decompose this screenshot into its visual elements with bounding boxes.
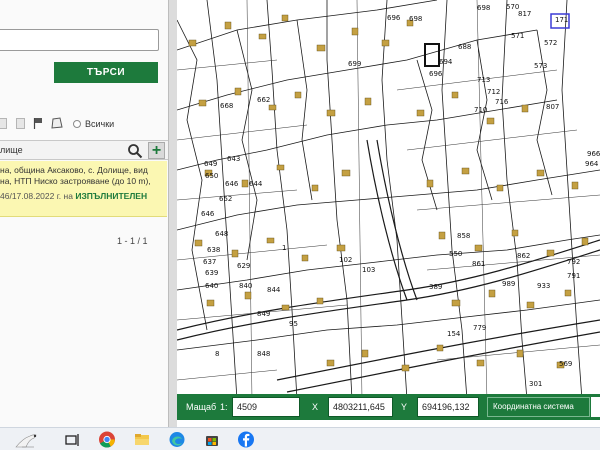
app-screen: ТЪРСИ Всички лище + на, община Аксаково, xyxy=(0,0,600,450)
edge-icon[interactable] xyxy=(167,430,187,449)
search-panel: ТЪРСИ Всички лище + на, община Аксаково, xyxy=(0,0,170,427)
parcel-number: 640 xyxy=(205,282,219,290)
parcel-number: 646 xyxy=(201,210,215,218)
parcel-number: 849 xyxy=(257,310,271,318)
result-line-1: на, община Аксаково, с. Долище, вид xyxy=(0,165,148,175)
scale-separator: 1: xyxy=(220,402,228,412)
parcel-number: 102 xyxy=(339,256,353,264)
parcel-number: 154 xyxy=(447,330,461,338)
parcel-number: 569 xyxy=(559,360,573,368)
y-label: Y xyxy=(401,402,408,412)
parcel-number: 646 xyxy=(225,180,239,188)
coordinate-system-dropdown[interactable] xyxy=(591,397,600,417)
parcel-number: 638 xyxy=(207,246,221,254)
filter-row: Всички xyxy=(0,116,170,132)
store-icon[interactable] xyxy=(202,430,222,449)
parcel-number: 668 xyxy=(220,102,234,110)
parcel-number: 779 xyxy=(473,324,487,332)
x-coordinate-field[interactable]: 4803211,645 xyxy=(328,397,393,417)
parcel-number: 389 xyxy=(429,283,443,291)
filter-all-radio[interactable] xyxy=(73,120,81,128)
parcel-number: 652 xyxy=(219,195,233,203)
coordinate-bar: Мащаб 1: 4509 X 4803211,645 Y 694196,132… xyxy=(177,394,600,420)
parcel-number: 807 xyxy=(546,103,560,111)
parcel-number: 648 xyxy=(215,230,229,238)
parcel-number: 848 xyxy=(257,350,271,358)
result-search-bar: лище + xyxy=(0,140,170,160)
taskbar xyxy=(0,427,600,450)
result-doc-line: 46/17.08.2022 г. на ИЗПЪЛНИТЕЛЕН xyxy=(0,191,167,202)
parcel-number: 710 xyxy=(474,106,488,114)
chrome-icon[interactable] xyxy=(97,430,117,449)
parcel-number: 712 xyxy=(487,88,501,96)
parcel-number: 171 xyxy=(555,16,569,24)
parcel-number: 550 xyxy=(449,250,463,258)
file-explorer-icon[interactable] xyxy=(132,430,152,449)
parcel-number: 933 xyxy=(537,282,551,290)
parcel-number: 791 xyxy=(567,272,581,280)
parcel-number: 817 xyxy=(518,10,532,18)
parcel-number: 662 xyxy=(257,96,271,104)
result-card[interactable]: на, община Аксаково, с. Долище, вид на, … xyxy=(0,161,167,217)
scale-label: Мащаб xyxy=(186,402,217,412)
parcel-number: 716 xyxy=(495,98,509,106)
parcel-number: 95 xyxy=(289,320,298,328)
parcel-number: 966 xyxy=(587,150,600,158)
task-view-icon[interactable] xyxy=(62,430,82,449)
parcel-number: 629 xyxy=(237,262,251,270)
parcel-number: 862 xyxy=(517,252,531,260)
filter-all-label: Всички xyxy=(85,119,115,129)
flag-icon[interactable] xyxy=(33,117,43,129)
parcel-number: 643 xyxy=(227,155,241,163)
bird-logo-icon[interactable] xyxy=(12,430,40,449)
parcel-number: 792 xyxy=(567,258,581,266)
parcel-number: 713 xyxy=(477,76,491,84)
parcel-number: 861 xyxy=(472,260,486,268)
parcel-number: 964 xyxy=(585,160,599,168)
parcel-number: 649 xyxy=(204,160,218,168)
search-input[interactable] xyxy=(0,29,159,51)
parcel-number: 699 xyxy=(348,60,362,68)
filter-checkbox-2[interactable] xyxy=(16,118,25,129)
status-badge: ИЗПЪЛНИТЕЛЕН xyxy=(75,191,148,201)
parcel-number: 8 xyxy=(215,350,220,358)
parcel-number: 103 xyxy=(362,266,376,274)
parcel-number: 696 xyxy=(387,14,401,22)
parcel-number: 637 xyxy=(203,258,217,266)
facebook-icon[interactable] xyxy=(236,430,256,449)
parcel-number: 639 xyxy=(205,269,219,277)
parcel-number: 989 xyxy=(502,280,516,288)
parcel-number: 571 xyxy=(511,32,525,40)
parcel-number: 573 xyxy=(534,62,548,70)
parcel-number: 572 xyxy=(544,39,558,47)
panel-splitter[interactable] xyxy=(168,0,177,427)
parcel-number: 1 xyxy=(282,244,287,252)
pager: 1 - 1 / 1 xyxy=(117,236,148,246)
add-button[interactable]: + xyxy=(148,142,165,159)
result-doc-suffix: на xyxy=(63,191,73,201)
y-coordinate-field[interactable]: 694196,132 xyxy=(417,397,479,417)
search-icon[interactable] xyxy=(127,143,143,159)
parcel-number: 858 xyxy=(457,232,471,240)
cadastral-map[interactable]: 696 698 698 570 817 171 572 571 573 807 … xyxy=(177,0,600,427)
filter-checkbox[interactable] xyxy=(0,118,7,129)
parcel-number: 644 xyxy=(249,180,263,188)
parcel-number: 840 xyxy=(239,282,253,290)
result-search-term[interactable]: лище xyxy=(0,145,23,155)
scale-field[interactable]: 4509 xyxy=(232,397,300,417)
parcel-number: 650 xyxy=(205,172,219,180)
parcel-number: 696 xyxy=(429,70,443,78)
search-button[interactable]: ТЪРСИ xyxy=(54,62,158,83)
parcel-number: 844 xyxy=(267,286,281,294)
x-label: X xyxy=(312,402,319,412)
result-line-2: на, НТП Ниско застрояване (до 10 m), xyxy=(0,176,151,186)
parcel-number: 688 xyxy=(458,43,472,51)
area-icon[interactable] xyxy=(51,117,63,129)
parcel-number: 698 xyxy=(409,15,423,23)
coordinate-system-button[interactable]: Координатна система xyxy=(487,397,590,417)
parcel-number: 694 xyxy=(439,58,453,66)
parcel-number: 698 xyxy=(477,4,491,12)
parcel-number: 301 xyxy=(529,380,543,388)
result-doc-number: 46/17.08.2022 г. xyxy=(0,191,62,201)
